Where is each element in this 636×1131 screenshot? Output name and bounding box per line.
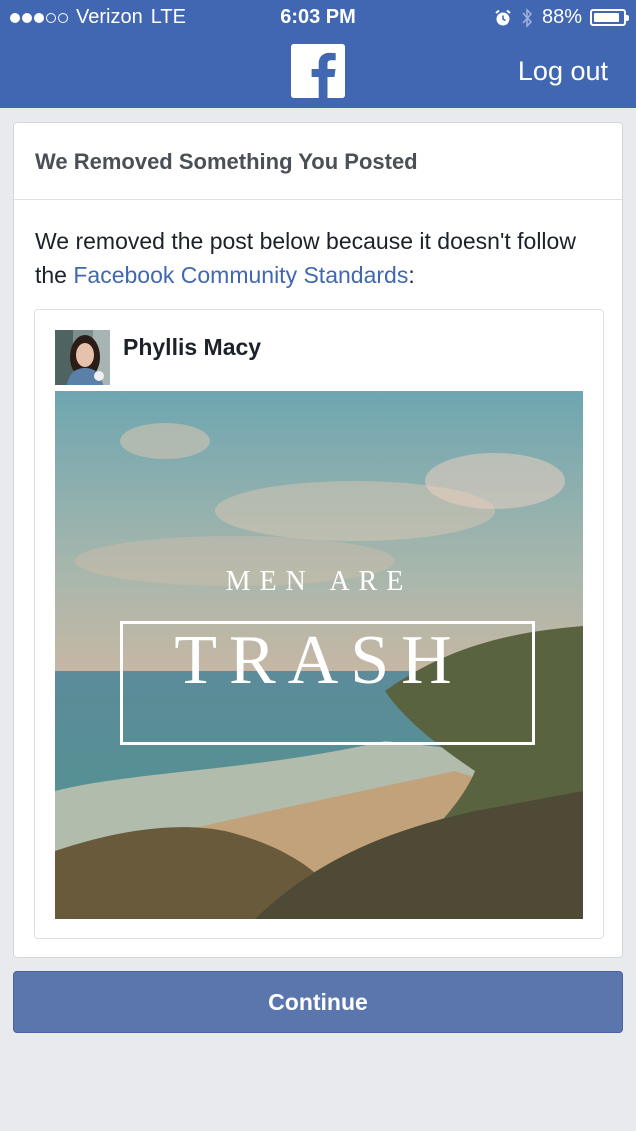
community-standards-link[interactable]: Facebook Community Standards [73,262,408,288]
image-text-main: TRASH [174,622,464,699]
logout-button[interactable]: Log out [518,56,608,87]
bluetooth-icon [522,7,533,28]
battery-icon [590,9,629,26]
dialog-message: We removed the post below because it doe… [14,200,622,292]
message-suffix: : [408,262,415,288]
image-text-top: MEN ARE [225,566,413,597]
removed-post-dialog: We Removed Something You Posted We remov… [13,122,623,958]
removed-post: Phyllis Macy MEN ARE TRASH [34,309,604,939]
facebook-logo-icon[interactable] [291,44,345,98]
status-bar: Verizon LTE 6:03 PM 88% [0,0,636,36]
post-image: MEN ARE TRASH [55,391,583,919]
battery-percent: 88% [541,6,582,28]
top-bar: Verizon LTE 6:03 PM 88% Log out [0,0,636,108]
post-author[interactable]: Phyllis Macy [123,334,261,361]
dialog-title: We Removed Something You Posted [14,123,622,200]
status-right: 88% [494,6,629,29]
alarm-icon [495,9,511,25]
continue-button[interactable]: Continue [13,971,623,1033]
avatar[interactable] [55,330,110,385]
